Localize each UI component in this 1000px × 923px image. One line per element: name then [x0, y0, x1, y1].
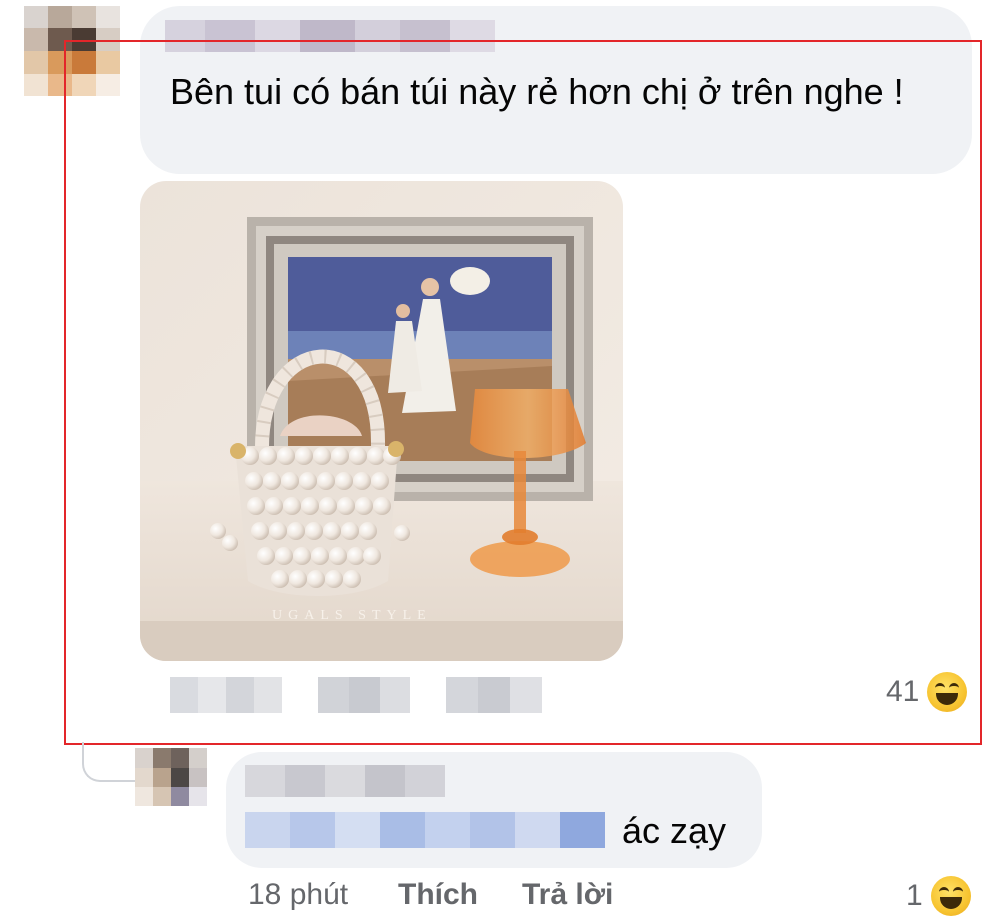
like-button[interactable]: Thích	[398, 878, 478, 912]
replier-avatar[interactable]	[135, 748, 207, 806]
reply-timestamp[interactable]: 18 phút	[248, 878, 348, 912]
replier-name-blurred[interactable]	[245, 765, 445, 797]
reply-reactions[interactable]: 1	[906, 876, 971, 916]
reply-thread-line	[82, 742, 138, 782]
mentioned-link-blurred[interactable]	[245, 812, 605, 848]
reaction-count: 1	[906, 879, 923, 912]
reply-text: ác zạy	[622, 810, 727, 851]
haha-emoji-icon	[930, 876, 971, 916]
highlight-box	[64, 40, 982, 745]
reply-button[interactable]: Trả lời	[522, 878, 613, 912]
